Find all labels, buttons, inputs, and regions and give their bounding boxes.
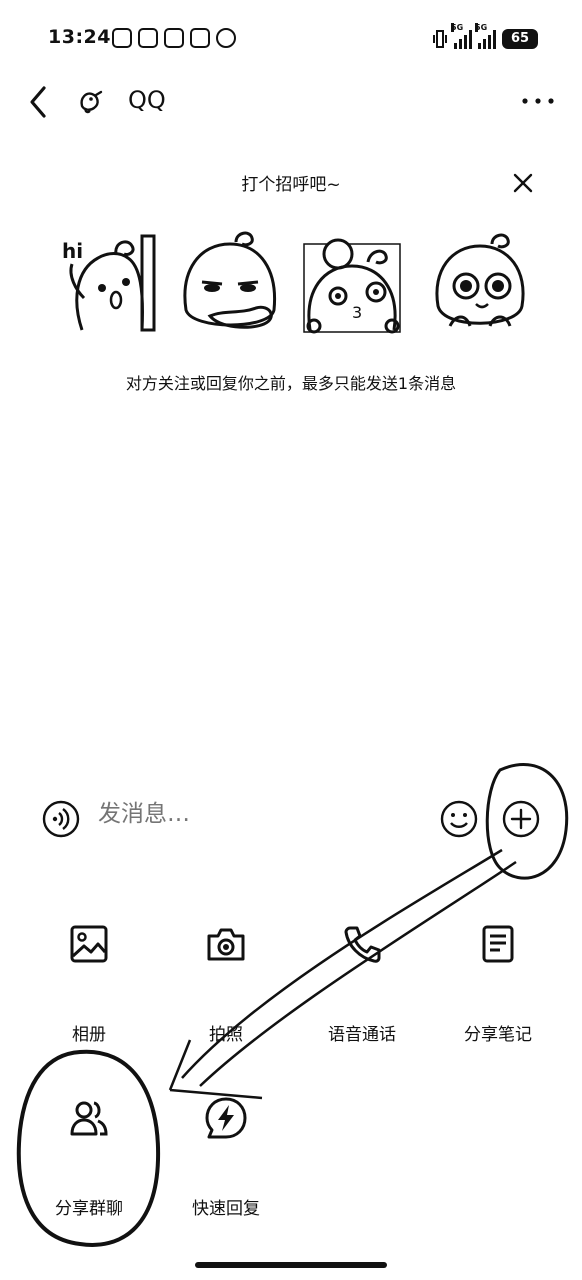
notification-icon — [138, 28, 158, 48]
sticker-row: hi 3 — [0, 230, 582, 340]
camera-icon — [207, 928, 245, 961]
close-icon[interactable] — [510, 170, 536, 196]
photo-album-icon — [70, 925, 108, 963]
input-bar — [0, 790, 582, 850]
kiss-sticker[interactable]: 3 — [302, 230, 402, 335]
phone-icon — [344, 926, 381, 963]
panel-label: 拍照 — [209, 1025, 243, 1045]
status-bar: 13:24 5G 5G 65 — [0, 0, 582, 78]
signal-icon: 5G — [475, 23, 496, 49]
panel-label: 相册 — [72, 1025, 106, 1045]
notification-icon — [190, 28, 210, 48]
hi-sticker[interactable]: hi — [58, 230, 158, 335]
qq-bird-icon — [80, 90, 103, 114]
smug-sticker[interactable] — [180, 230, 280, 335]
more-icon[interactable] — [520, 86, 556, 116]
panel-item-album[interactable]: 相册 — [24, 922, 154, 1045]
lightning-icon — [205, 1097, 247, 1139]
arrow-head-icon — [168, 1039, 263, 1100]
sticker-hi-text: hi — [62, 239, 83, 263]
battery-icon: 65 — [502, 29, 538, 49]
greeting-title: 打个招呼吧~ — [241, 175, 341, 195]
panel-label: 分享笔记 — [464, 1025, 532, 1045]
panel-label: 快速回复 — [192, 1199, 260, 1219]
panel-item-share-group[interactable]: 分享群聊 — [24, 1096, 154, 1219]
panel-item-quick-reply[interactable]: 快速回复 — [161, 1096, 291, 1219]
system-icons: 5G 5G 65 — [432, 23, 538, 52]
plus-icon[interactable] — [502, 800, 540, 838]
emoji-icon[interactable] — [440, 800, 478, 838]
panel-label: 分享群聊 — [55, 1199, 123, 1219]
nav-bar: QQ — [0, 78, 582, 126]
notification-icon — [164, 28, 184, 48]
panel-item-voice-call[interactable]: 语音通话 — [297, 922, 427, 1045]
voice-icon[interactable] — [42, 800, 80, 838]
back-icon[interactable] — [24, 84, 56, 120]
notification-icon — [112, 28, 132, 48]
big-eyes-sticker[interactable] — [430, 230, 530, 335]
home-indicator[interactable] — [195, 1262, 387, 1268]
message-input[interactable] — [98, 801, 398, 827]
panel-item-camera[interactable]: 拍照 — [161, 922, 291, 1045]
panel-label: 语音通话 — [328, 1025, 396, 1045]
signal-icon: 5G — [451, 23, 472, 49]
message-limit-notice: 对方关注或回复你之前，最多只能发送1条消息 — [125, 374, 457, 393]
panel-item-share-note[interactable]: 分享笔记 — [433, 922, 563, 1045]
page-title: QQ — [128, 86, 166, 114]
status-time: 13:24 — [48, 26, 111, 48]
vibrate-icon — [433, 30, 447, 48]
notification-icon — [216, 28, 236, 48]
group-icon — [70, 1101, 108, 1136]
note-icon — [482, 925, 514, 963]
svg-text:3: 3 — [352, 303, 362, 322]
